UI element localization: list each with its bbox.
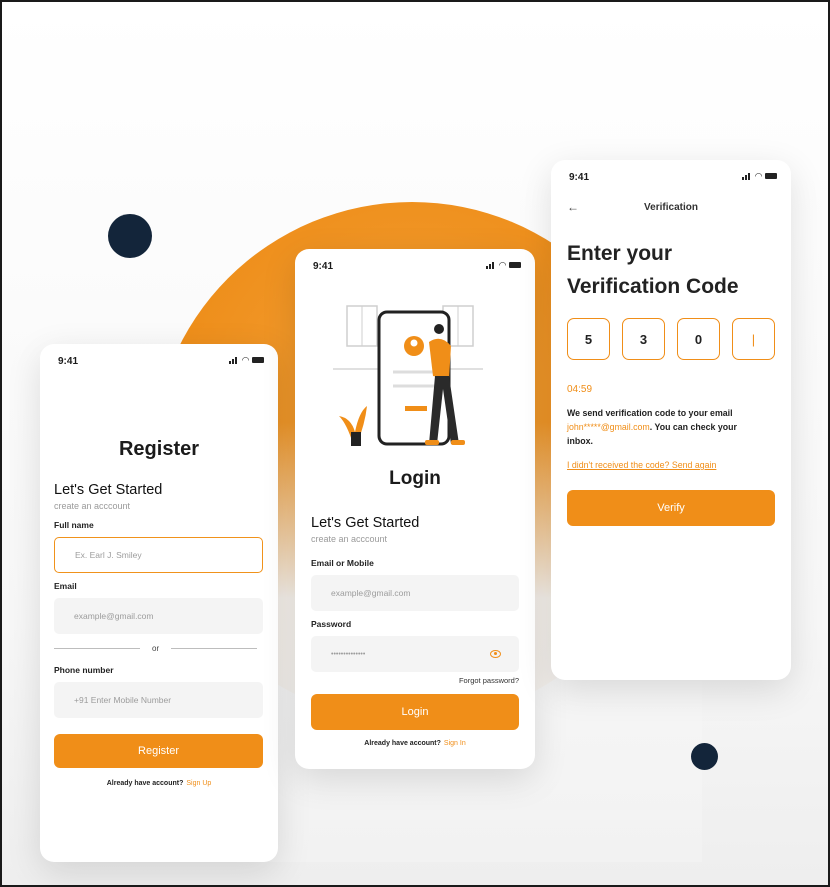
status-bar: 9:41 ◠ <box>551 160 791 190</box>
canvas: 9:41 ◠ Register Let's Get Started create… <box>0 0 830 887</box>
signin-footer: Already have account? Sign In <box>295 740 535 747</box>
status-time: 9:41 <box>569 172 590 183</box>
masked-email: john*****@gmail.com <box>567 422 650 432</box>
or-divider: or <box>54 644 258 653</box>
wifi-icon: ◠ <box>499 260 506 270</box>
countdown-timer: 04:59 <box>567 384 593 395</box>
eye-icon[interactable] <box>490 650 501 658</box>
sign-up-link[interactable]: Sign Up <box>186 780 211 787</box>
email-input[interactable]: example@gmail.com <box>311 575 519 611</box>
sign-in-link[interactable]: Sign In <box>444 740 466 747</box>
login-screen: 9:41 ◠ Login Let's Get Started create an… <box>295 249 535 769</box>
wifi-icon: ◠ <box>755 171 762 181</box>
battery-icon <box>252 357 264 363</box>
otp-box-1[interactable]: 5 <box>567 318 610 360</box>
verification-message: We send verification code to your email … <box>567 408 737 446</box>
signal-icon <box>229 356 239 364</box>
wifi-icon: ◠ <box>242 355 249 365</box>
title-line-1: Enter your <box>567 242 673 265</box>
forgot-password-link[interactable]: Forgot password? <box>459 676 519 685</box>
email-label: Email <box>54 581 77 591</box>
subheading: create an acccount <box>311 534 388 544</box>
subheading: create an acccount <box>54 501 131 511</box>
title-line-2: Verification Code <box>567 275 739 298</box>
person-with-phone-illustration <box>333 305 483 446</box>
verification-screen: 9:41 ◠ ← Verification Enter your Verific… <box>551 160 791 680</box>
heading: Let's Get Started <box>311 515 420 531</box>
login-button[interactable]: Login <box>311 694 519 730</box>
full-name-label: Full name <box>54 520 94 530</box>
password-value: •••••••••••••• <box>331 650 366 658</box>
footer-text: Already have account? <box>106 780 184 787</box>
signal-icon <box>486 261 496 269</box>
or-text: or <box>152 644 160 653</box>
otp-box-2[interactable]: 3 <box>622 318 665 360</box>
phone-label: Phone number <box>54 665 114 675</box>
battery-icon <box>509 262 521 268</box>
email-input[interactable]: example@gmail.com <box>54 598 263 634</box>
page-title: Register <box>118 438 200 460</box>
navy-dot-decoration <box>108 214 152 258</box>
status-bar: 9:41 ◠ <box>295 249 535 279</box>
battery-icon <box>765 173 777 179</box>
phone-input[interactable]: +91 Enter Mobile Number <box>54 682 263 718</box>
email-label: Email or Mobile <box>311 558 374 568</box>
register-button[interactable]: Register <box>54 734 263 768</box>
footer-text: Already have account? <box>364 740 441 747</box>
nav-title: Verification <box>644 202 698 213</box>
signup-footer: Already have account? Sign Up <box>40 780 278 787</box>
password-input[interactable]: •••••••••••••• <box>311 636 519 672</box>
full-name-input[interactable]: Ex. Earl J. Smiley <box>54 537 263 573</box>
otp-box-4[interactable]: | <box>732 318 775 360</box>
page-title: Login <box>389 468 441 489</box>
status-bar: 9:41 ◠ <box>40 344 278 374</box>
resend-code-link[interactable]: I didn't received the code? Send again <box>567 460 716 470</box>
register-screen: 9:41 ◠ Register Let's Get Started create… <box>40 344 278 862</box>
password-label: Password <box>311 619 352 629</box>
navy-dot-decoration-small <box>691 743 718 770</box>
signal-icon <box>742 172 752 180</box>
otp-box-3[interactable]: 0 <box>677 318 720 360</box>
heading: Let's Get Started <box>54 482 163 498</box>
status-time: 9:41 <box>313 261 334 272</box>
verify-button[interactable]: Verify <box>567 490 775 526</box>
status-time: 9:41 <box>58 356 79 367</box>
